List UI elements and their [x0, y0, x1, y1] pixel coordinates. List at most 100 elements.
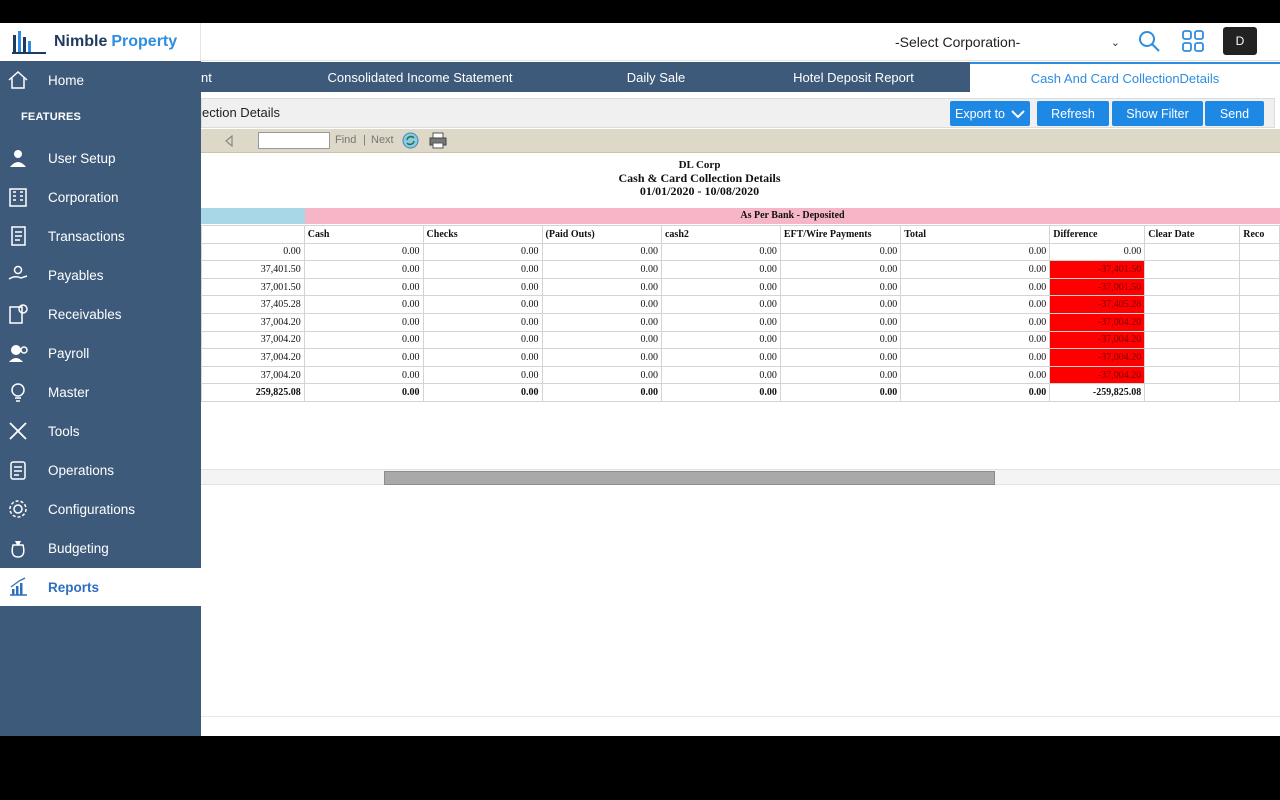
- sidebar-item-reports[interactable]: Reports: [0, 568, 201, 606]
- previous-page-icon[interactable]: [224, 134, 234, 152]
- report-corp-name: DL Corp: [678, 159, 721, 171]
- table-cell: 0.00: [303, 348, 424, 367]
- tab-label: Daily Sale: [626, 69, 686, 85]
- tab-cash-and-card-collection-details[interactable]: Cash And Card CollectionDetails: [970, 62, 1280, 92]
- table-cell: 0.00: [303, 312, 424, 332]
- sidebar-item-budgeting[interactable]: Budgeting: [0, 529, 201, 567]
- table-cell: 37,401.50: [201, 260, 305, 279]
- sidebar-item-label: Home: [48, 72, 85, 88]
- sidebar-item-user-setup[interactable]: User Setup: [0, 139, 201, 177]
- table-row: 37,001.50 0.00 0.00 0.00 0.00 0.00 0.00 -37,001…: [201, 277, 1280, 297]
- table-cell: 0.00: [660, 330, 781, 350]
- table-cell: 0.00: [779, 330, 902, 350]
- apps-grid-icon[interactable]: [1181, 29, 1205, 58]
- logo[interactable]: Nimble Property: [0, 23, 201, 61]
- table-cell: 37,004.20: [201, 312, 305, 332]
- find-link[interactable]: Find: [335, 134, 356, 146]
- table-cell: 0.00: [660, 312, 781, 332]
- show-filter-button[interactable]: Show Filter: [1112, 101, 1203, 126]
- table-row: 37,401.50 0.00 0.00 0.00 0.00 0.00 0.00 -37,401…: [201, 260, 1280, 279]
- column-header: Cash: [303, 225, 424, 244]
- sidebar-item-label: Corporation: [48, 189, 119, 205]
- table-cell: [1239, 277, 1280, 297]
- table-cell: 0.00: [422, 242, 543, 262]
- sidebar-item-transactions[interactable]: Transactions: [0, 217, 201, 255]
- tab-daily-sale[interactable]: Daily Sale: [591, 62, 721, 92]
- table-row: 37,004.20 0.00 0.00 0.00 0.00 0.00 0.00 -37,004…: [201, 365, 1280, 385]
- tab-label: Cash And Card CollectionDetails: [1030, 70, 1220, 86]
- collection-table: Cash Checks (Paid Outs) cash2 EFT/Wire P…: [201, 225, 1280, 402]
- column-header: Total: [900, 225, 1051, 244]
- report-date-range: 01/01/2020 - 10/08/2020: [639, 184, 760, 198]
- reports-icon: [6, 575, 30, 599]
- table-cell: 0.00: [779, 365, 902, 385]
- sidebar-item-operations[interactable]: Operations: [0, 451, 201, 489]
- table-cell: 0.00: [422, 295, 543, 314]
- table-cell: 0.00: [541, 348, 662, 367]
- table-cell: 0.00: [660, 295, 781, 314]
- tab-label: nt: [201, 69, 212, 85]
- sidebar-item-receivables[interactable]: Receivables: [0, 295, 201, 333]
- chevron-down-icon: ⌄: [1110, 36, 1120, 49]
- refresh-button[interactable]: Refresh: [1037, 101, 1109, 126]
- table-cell: 37,004.20: [201, 330, 305, 350]
- table-cell: -37,004.20: [1049, 365, 1146, 385]
- sidebar-item-label: Transactions: [48, 228, 125, 244]
- table-cell: 0.00: [541, 260, 662, 279]
- sidebar-item-label: Configurations: [48, 501, 136, 517]
- sidebar-item-configurations[interactable]: Configurations: [0, 490, 201, 528]
- configurations-icon: [6, 497, 30, 521]
- table-cell: 0.00: [779, 383, 902, 402]
- print-icon[interactable]: [429, 132, 447, 154]
- tab-hotel-deposit-report[interactable]: Hotel Deposit Report: [761, 62, 946, 92]
- corporation-select[interactable]: -Select Corporation- ⌄: [895, 31, 1120, 53]
- receivables-icon: [6, 302, 30, 326]
- sidebar-item-corporation[interactable]: Corporation: [0, 178, 201, 216]
- horizontal-scrollbar[interactable]: [201, 469, 1280, 485]
- sidebar-item-payroll[interactable]: Payroll: [0, 334, 201, 372]
- sidebar-item-home[interactable]: Home: [0, 61, 201, 99]
- table-cell: -37,401.50: [1049, 260, 1146, 279]
- table-cell: -37,004.20: [1049, 330, 1146, 350]
- home-icon: [6, 68, 30, 92]
- sidebar-item-tools[interactable]: Tools: [0, 412, 201, 450]
- user-avatar[interactable]: D: [1223, 27, 1257, 55]
- table-cell: 0.00: [541, 312, 662, 332]
- table-cell: [1144, 383, 1241, 402]
- column-header: Checks: [422, 225, 543, 244]
- scrollbar-thumb[interactable]: [384, 471, 995, 485]
- report-header: ection Details Export to Refresh Show Fi…: [201, 98, 1275, 128]
- table-cell: 0.00: [422, 330, 543, 350]
- table-cell: 37,001.50: [201, 277, 305, 297]
- sidebar-item-payables[interactable]: Payables: [0, 256, 201, 294]
- corporation-select-value: -Select Corporation-: [895, 34, 1021, 50]
- next-link[interactable]: Next: [371, 134, 394, 146]
- send-button[interactable]: Send: [1205, 101, 1264, 126]
- payables-icon: [6, 263, 30, 287]
- report-tab-bar: nt Consolidated Income Statement Daily S…: [201, 62, 1280, 92]
- table-cell: [1239, 242, 1280, 262]
- table-cell: 0.00: [541, 295, 662, 314]
- sidebar-item-label: Master: [48, 384, 90, 400]
- table-row: 37,004.20 0.00 0.00 0.00 0.00 0.00 0.00 -37,004…: [201, 312, 1280, 332]
- table-cell: [1144, 242, 1241, 262]
- tab-income-statement-partial[interactable]: nt: [201, 62, 231, 92]
- features-label: FEATURES: [21, 111, 82, 123]
- table-cell: 0.00: [303, 260, 424, 279]
- sidebar-item-label: Receivables: [48, 306, 122, 322]
- tab-label: Hotel Deposit Report: [793, 69, 914, 85]
- find-input[interactable]: [258, 132, 330, 149]
- table-cell: 0.00: [303, 295, 424, 314]
- table-cell: 0.00: [779, 277, 902, 297]
- table-cell: -37,405.28: [1049, 295, 1146, 314]
- top-bar: Nimble Property -Select Corporation- ⌄ D: [0, 23, 1280, 61]
- tab-consolidated-income-statement[interactable]: Consolidated Income Statement: [295, 62, 545, 92]
- refresh-report-icon[interactable]: [402, 132, 419, 154]
- table-cell: [1144, 277, 1241, 297]
- sidebar: Home FEATURES User Setup Corporation Tra…: [0, 61, 201, 736]
- sidebar-item-master[interactable]: Master: [0, 373, 201, 411]
- search-icon[interactable]: [1137, 29, 1161, 58]
- export-to-button[interactable]: Export to: [950, 101, 1030, 126]
- table-cell: 0.00: [900, 277, 1051, 297]
- table-cell: [1239, 348, 1280, 367]
